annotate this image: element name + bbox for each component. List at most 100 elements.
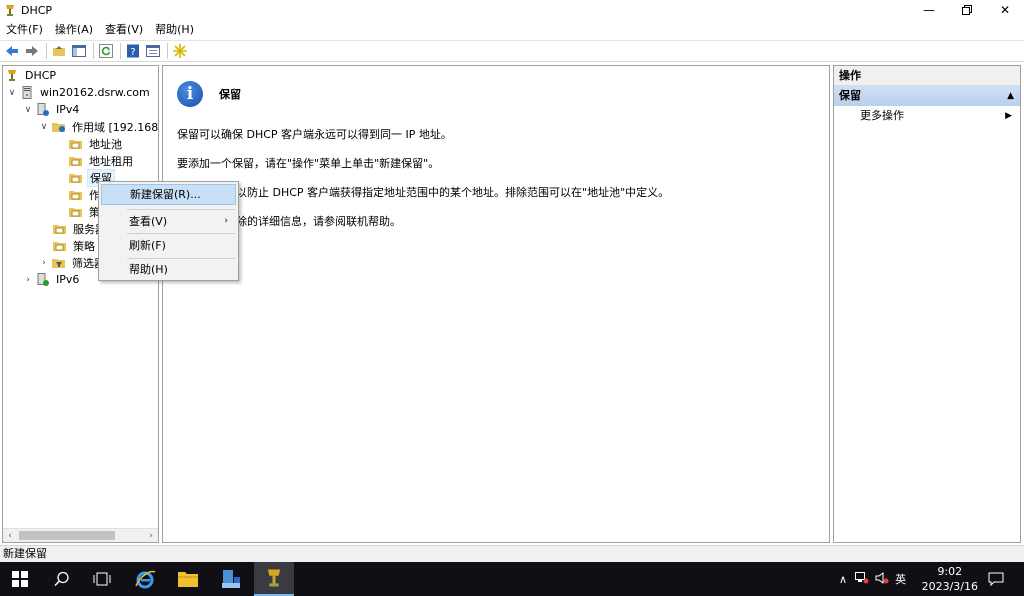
details-pane: i 保留 保留可以确保 DHCP 客户端永远可以得到同一 IP 地址。 要添加一… [162,65,830,543]
submenu-arrow-icon: ▶ [1005,111,1012,121]
ipv6-icon [36,273,50,287]
tree-node-label: 地址池 [89,137,122,151]
submenu-arrow-icon: › [224,216,228,226]
tree-node-scope[interactable]: ∨ 作用域 [192.168.1 [39,118,158,135]
scroll-left-icon[interactable]: ‹ [3,529,17,542]
close-button[interactable]: ✕ [986,0,1024,20]
menu-item-new-reservation[interactable]: 新建保留(R)... [101,184,236,205]
chevron-down-icon[interactable]: ∨ [7,88,17,98]
chevron-up-icon[interactable]: ∧ [839,573,847,586]
menu-help[interactable]: 帮助(H) [149,20,200,40]
toolbar: ? [0,40,1024,62]
policies-icon [69,205,83,219]
refresh-icon[interactable] [97,42,115,60]
new-reservation-icon[interactable] [171,42,189,60]
menu-separator [127,209,235,210]
tree-node-ipv4[interactable]: ∨ IPv4 [23,101,81,118]
tree-node-filters[interactable]: › 筛选器 [39,254,107,271]
menu-view[interactable]: 查看(V) [99,20,149,40]
scope-folder-icon [52,120,66,134]
policies-icon [53,239,67,253]
info-icon: i [177,81,203,107]
tree-node-ipv6[interactable]: › IPv6 [23,271,81,288]
page-title: 保留 [219,88,241,101]
scope-options-icon [69,188,83,202]
menu-item-view[interactable]: 查看(V) › [101,211,236,232]
dhcp-app-icon [3,3,17,17]
dhcp-icon [5,69,19,83]
actions-section-reservations[interactable]: 保留 ▲ [834,86,1020,106]
menu-item-view-label: 查看(V) [129,215,168,228]
more-actions-label: 更多操作 [860,109,904,122]
actions-pane: 操作 保留 ▲ 更多操作 ▶ [833,65,1021,543]
dhcp-icon [267,569,281,587]
tree-node-dhcp[interactable]: DHCP [5,67,58,84]
description-paragraph: 以防止 DHCP 客户端获得指定地址范围中的某个地址。排除范围可以在"地址池"中… [236,186,670,199]
task-view-button[interactable] [82,562,122,596]
server-manager-button[interactable] [211,562,251,596]
clock[interactable]: 9:02 2023/3/16 [922,564,978,594]
toolbar-separator [46,43,47,59]
tree-node-label: IPv4 [56,103,80,116]
description-paragraph: 要添加一个保留，请在"操作"菜单上单击"新建保留"。 [177,157,440,170]
reservations-icon [69,171,83,185]
network-icon[interactable] [855,571,869,587]
tree-node-address-pool[interactable]: 地址池 [69,135,124,152]
chevron-down-icon[interactable]: ∨ [23,105,33,115]
dhcp-taskbar-button[interactable] [254,562,294,596]
actions-header: 操作 [834,66,1020,86]
tree-horizontal-scrollbar[interactable]: ‹ › [3,528,158,542]
search-button[interactable] [42,562,82,596]
description-paragraph: 除的详细信息，请参阅联机帮助。 [236,215,401,228]
file-explorer-button[interactable] [168,562,208,596]
properties-icon[interactable] [144,42,162,60]
help-icon[interactable]: ? [124,42,142,60]
forward-icon[interactable] [23,42,41,60]
scrollbar-thumb[interactable] [19,531,115,540]
tree-node-address-leases[interactable]: 地址租用 [69,152,135,169]
tree-node-server[interactable]: ∨ win20162.dsrw.com [7,84,152,101]
back-icon[interactable] [3,42,21,60]
menu-bar: 文件(F) 操作(A) 查看(V) 帮助(H) [0,20,1024,40]
tree-node-label: IPv6 [56,273,80,286]
scroll-right-icon[interactable]: › [144,529,158,542]
address-leases-icon [69,154,83,168]
up-folder-icon[interactable] [50,42,68,60]
more-actions-item[interactable]: 更多操作 ▶ [834,106,1020,126]
server-icon [20,86,34,100]
volume-muted-icon[interactable] [875,571,889,587]
server-options-icon [53,222,67,236]
taskbar: ∧ 英 9:02 2023/3/16 [0,562,1024,596]
ipv4-icon [36,103,50,117]
chevron-right-icon[interactable]: › [39,258,49,268]
menu-item-help[interactable]: 帮助(H) [101,259,236,280]
context-menu: 新建保留(R)... 查看(V) › 刷新(F) 帮助(H) [98,181,239,281]
system-tray: ∧ 英 [839,562,906,596]
window-title: DHCP [21,3,53,17]
menu-item-refresh[interactable]: 刷新(F) [101,235,236,256]
restore-button[interactable] [948,0,986,20]
notifications-button[interactable] [976,562,1016,596]
ime-indicator[interactable]: 英 [895,571,906,587]
chevron-down-icon[interactable]: ∨ [39,122,49,132]
menu-separator [127,233,235,234]
windows-icon [12,571,28,587]
search-icon [54,571,69,587]
address-pool-icon [69,137,83,151]
tree-node-label: win20162.dsrw.com [40,86,150,99]
tree-node-label: DHCP [25,69,57,82]
collapse-icon[interactable]: ▲ [1007,86,1014,106]
minimize-button[interactable]: — [910,0,948,20]
internet-explorer-button[interactable] [125,562,165,596]
start-button[interactable] [0,562,40,596]
menu-action[interactable]: 操作(A) [49,20,99,40]
status-bar: 新建保留 [0,545,1024,562]
svg-text:?: ? [130,47,135,58]
tree-node-label: 策略 [73,239,95,253]
show-hide-tree-icon[interactable] [70,42,88,60]
tree-node-policies[interactable]: 策略 [53,237,97,254]
chevron-right-icon[interactable]: › [23,275,33,285]
tree-node-label: 地址租用 [89,154,133,168]
description-paragraph: 保留可以确保 DHCP 客户端永远可以得到同一 IP 地址。 [177,128,452,141]
menu-file[interactable]: 文件(F) [0,20,49,40]
